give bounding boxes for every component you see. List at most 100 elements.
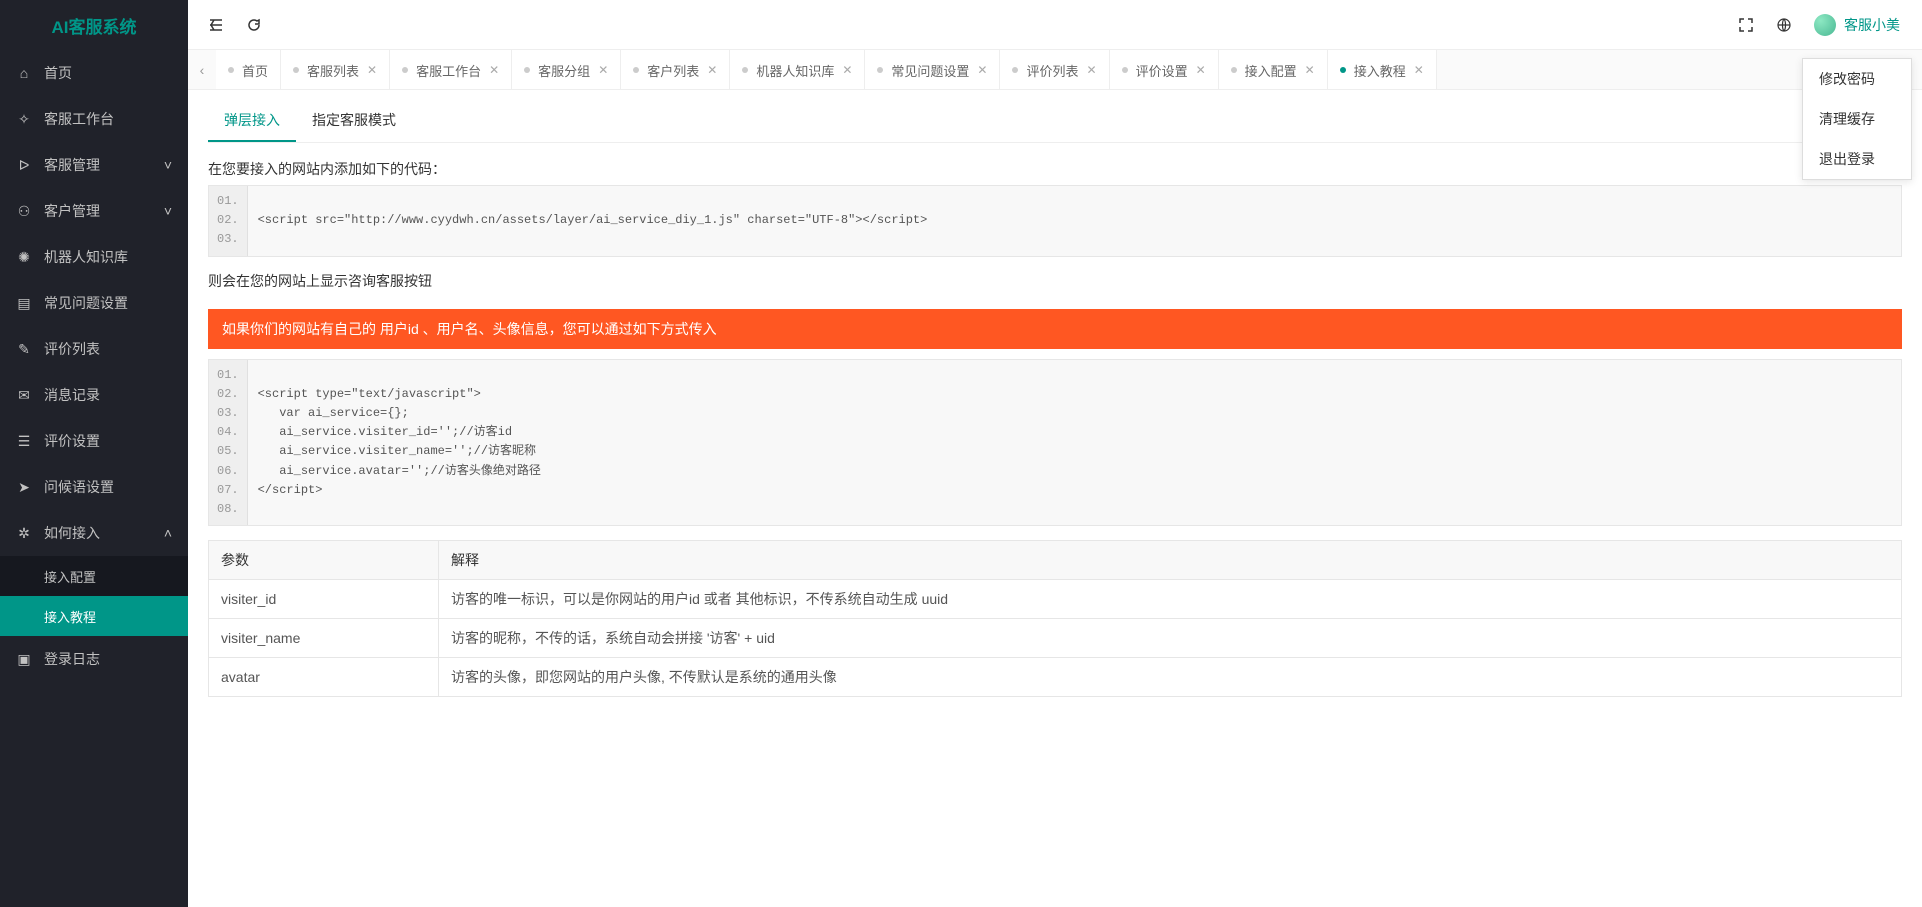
tab-review-settings[interactable]: 评价设置✕: [1110, 50, 1219, 89]
tab-dot: [1012, 67, 1018, 73]
close-icon[interactable]: ✕: [977, 63, 987, 77]
tab-label: 机器人知识库: [756, 61, 834, 80]
dropdown-clear-cache[interactable]: 清理缓存: [1803, 99, 1911, 139]
inner-tab-popup[interactable]: 弹层接入: [208, 100, 296, 142]
tab-robot-kb[interactable]: 机器人知识库 ✕: [730, 50, 865, 89]
user-icon: ᐅ: [16, 157, 32, 174]
nav-label: 首页: [44, 63, 72, 83]
inner-tab-label: 指定客服模式: [312, 112, 396, 128]
tab-agent-list[interactable]: 客服列表 ✕: [281, 50, 390, 89]
home-icon: ⌂: [16, 65, 32, 81]
rate-icon: ☰: [16, 433, 32, 450]
gear-icon: ✲: [16, 525, 32, 542]
params-table: 参数 解释 visiter_id 访客的唯一标识，可以是你网站的用户id 或者 …: [208, 540, 1902, 697]
inner-tab-label: 弹层接入: [224, 112, 280, 128]
dropdown-logout[interactable]: 退出登录: [1803, 139, 1911, 179]
nav-greeting[interactable]: ➤问候语设置: [0, 464, 188, 510]
tab-label: 首页: [242, 61, 268, 80]
avatar: [1814, 14, 1836, 36]
table-row: visiter_id 访客的唯一标识，可以是你网站的用户id 或者 其他标识，不…: [209, 580, 1902, 619]
dropdown-label: 修改密码: [1819, 71, 1875, 87]
nav-workbench[interactable]: ✧客服工作台: [0, 96, 188, 142]
nav-integration[interactable]: ✲ 如何接入 ˄: [0, 510, 188, 556]
submenu-integration: 接入配置 接入教程: [0, 556, 188, 636]
nav-agent-manage[interactable]: ᐅ客服管理˅: [0, 142, 188, 188]
th-param: 参数: [209, 541, 439, 580]
tab-agent-group[interactable]: 客服分组 ✕: [512, 50, 621, 89]
tab-review-list[interactable]: 评价列表 ✕: [1000, 50, 1109, 89]
tab-label: 接入配置: [1245, 61, 1297, 80]
line-numbers: 01. 02. 03.: [209, 186, 248, 256]
content: 弹层接入 指定客服模式 在您要接入的网站内添加如下的代码： 01. 02. 03…: [188, 90, 1922, 907]
tab-dot: [742, 67, 748, 73]
fullscreen-icon[interactable]: [1738, 17, 1754, 33]
nav-label: 评价设置: [44, 431, 100, 451]
close-icon[interactable]: ✕: [489, 63, 499, 77]
faq-icon: ▤: [16, 295, 32, 312]
table-row: visiter_name 访客的昵称，不传的话，系统自动会拼接 '访客' + u…: [209, 619, 1902, 658]
tab-label: 客服分组: [538, 61, 590, 80]
code-block-2: 01. 02. 03. 04. 05. 06. 07. 08. <script …: [208, 359, 1902, 527]
inner-tab-specified[interactable]: 指定客服模式: [296, 100, 412, 142]
td-param: visiter_id: [209, 580, 439, 619]
workbench-icon: ✧: [16, 111, 32, 128]
nav-integration-tutorial[interactable]: 接入教程: [0, 596, 188, 636]
nav-review-list[interactable]: ✎ 评价列表: [0, 326, 188, 372]
nav-robot-kb[interactable]: ✺机器人知识库: [0, 234, 188, 280]
tab-label: 评价列表: [1026, 61, 1078, 80]
tab-customer-list[interactable]: 客户列表✕: [621, 50, 730, 89]
chat-icon: ✉: [16, 387, 32, 404]
nav-review-settings[interactable]: ☰ 评价设置: [0, 418, 188, 464]
tab-faq[interactable]: 常见问题设置 ✕: [865, 50, 1000, 89]
nav-faq[interactable]: ▤常见问题设置: [0, 280, 188, 326]
tab-label: 客服工作台: [416, 61, 481, 80]
dropdown-label: 退出登录: [1819, 151, 1875, 167]
nav-login-log[interactable]: ▣登录日志: [0, 636, 188, 682]
close-icon[interactable]: ✕: [842, 63, 852, 77]
tab-dot: [633, 67, 639, 73]
tab-home[interactable]: 首页: [216, 50, 281, 89]
nav-label: 评价列表: [44, 339, 100, 359]
close-icon[interactable]: ✕: [1196, 63, 1206, 77]
inner-tabs: 弹层接入 指定客服模式: [208, 100, 1902, 143]
nav-messages[interactable]: ✉消息记录: [0, 372, 188, 418]
app-logo: AI客服系统: [0, 0, 188, 50]
tab-label: 客服列表: [307, 61, 359, 80]
dropdown-change-password[interactable]: 修改密码: [1803, 59, 1911, 99]
close-icon[interactable]: ✕: [707, 63, 717, 77]
chevron-down-icon: ˅: [164, 157, 172, 173]
nav-home[interactable]: ⌂ 首页: [0, 50, 188, 96]
tabs-prev[interactable]: ‹: [188, 50, 216, 89]
tab-dot: [1340, 67, 1346, 73]
thumb-icon: ✎: [16, 341, 32, 358]
sidebar: AI客服系统 ⌂首页 ✧客服工作台 ᐅ客服管理˅ ⚇客户管理˅ ✺机器人知识库 …: [0, 0, 188, 907]
tab-integration-tutorial[interactable]: 接入教程✕: [1328, 50, 1437, 89]
tab-workbench[interactable]: 客服工作台 ✕: [390, 50, 512, 89]
tabs-bar: ‹ 首页 客服列表 ✕ 客服工作台 ✕ 客服分组 ✕ 客户列表✕ 机器人知识库 ✕ 常见…: [188, 50, 1922, 90]
group-icon: ⚇: [16, 203, 32, 220]
alert-banner: 如果你们的网站有自己的 用户id 、用户名、头像信息，您可以通过如下方式传入: [208, 309, 1902, 349]
user-menu[interactable]: 客服小美: [1814, 14, 1900, 36]
close-icon[interactable]: ✕: [1087, 63, 1097, 77]
nav-customer-manage[interactable]: ⚇客户管理˅: [0, 188, 188, 234]
globe-icon[interactable]: [1776, 17, 1792, 33]
close-icon[interactable]: ✕: [1305, 63, 1315, 77]
tab-integration-config[interactable]: 接入配置 ✕: [1219, 50, 1328, 89]
close-icon[interactable]: ✕: [1414, 63, 1424, 77]
code-content: <script type="text/javascript"> var ai_s…: [248, 360, 551, 526]
refresh-icon[interactable]: [246, 17, 262, 33]
nav-label: 接入教程: [44, 607, 96, 626]
close-icon[interactable]: ✕: [598, 63, 608, 77]
td-desc: 访客的昵称，不传的话，系统自动会拼接 '访客' + uid: [439, 619, 1902, 658]
close-icon[interactable]: ✕: [367, 63, 377, 77]
tab-label: 常见问题设置: [891, 61, 969, 80]
nav-integration-config[interactable]: 接入配置: [0, 556, 188, 596]
nav-label: 问候语设置: [44, 477, 114, 497]
log-icon: ▣: [16, 651, 32, 668]
menu-toggle-icon[interactable]: [208, 17, 224, 33]
main: 客服小美 修改密码 清理缓存 退出登录 ‹ 首页 客服列表 ✕ 客服工作台 ✕ 客服…: [188, 0, 1922, 907]
header-right: 客服小美 修改密码 清理缓存 退出登录: [1738, 14, 1912, 36]
tab-dot: [228, 67, 234, 73]
nav-label: 如何接入: [44, 523, 100, 543]
chevron-up-icon: ˄: [164, 525, 172, 541]
